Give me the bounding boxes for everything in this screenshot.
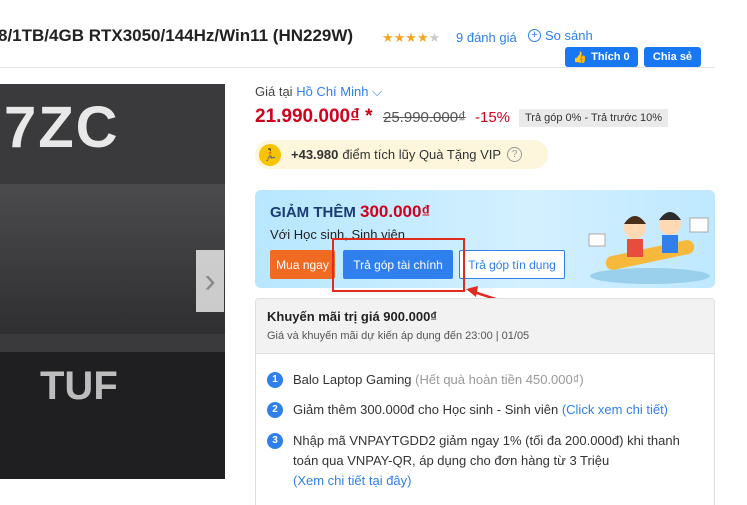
promotion-detail-link[interactable]: (Xem chi tiết tại đây) (293, 473, 412, 488)
image-overlay-text: 7ZC (4, 95, 120, 160)
promotion-title: Khuyến mãi trị giá 900.000₫ (267, 309, 437, 324)
location-prefix: Giá tại (255, 84, 293, 99)
promotion-text: Giảm thêm 300.000đ cho Học sinh - Sinh v… (293, 402, 559, 417)
product-title: 8/1TB/4GB RTX3050/144Hz/Win11 (HN229W) (0, 26, 354, 45)
current-price: 21.990.000₫ * (255, 106, 373, 127)
chevron-down-icon: ⌵ (372, 84, 382, 99)
laptop-lid-image (0, 184, 225, 334)
divider (0, 67, 715, 68)
annotation-highlight-box (332, 238, 465, 292)
promotion-item: 3 Nhập mã VNPAYTGDD2 giảm ngay 1% (tối đ… (267, 431, 707, 491)
rating-count-link[interactable]: 9 đánh giá (456, 30, 517, 45)
banner-amount: 300.000₫ (360, 202, 431, 221)
discount-percent: -15% (475, 109, 511, 126)
promotion-header: Khuyến mãi trị giá 900.000₫ Giá và khuyế… (256, 299, 714, 354)
star-filled-icon: ★★★★ (382, 30, 429, 45)
product-page: 8/1TB/4GB RTX3050/144Hz/Win11 (HN229W) ★… (0, 0, 747, 505)
facebook-share-button[interactable]: Chia sẻ (644, 47, 701, 67)
vip-points: +43.980 (291, 147, 339, 162)
promotion-item: 2 Giảm thêm 300.000đ cho Học sinh - Sinh… (267, 400, 707, 420)
number-badge: 3 (267, 433, 283, 449)
help-icon[interactable]: ? (507, 147, 523, 162)
promotion-extra: (Hết quà hoàn tiền 450.000₫) (415, 372, 584, 387)
banner-title-text: GIẢM THÊM (270, 204, 356, 221)
vip-runner-icon: 🏃 (259, 143, 281, 166)
number-badge: 1 (267, 372, 283, 388)
compare-button[interactable]: + So sánh (528, 28, 593, 43)
students-illustration (588, 212, 710, 284)
promotion-item-text: Balo Laptop Gaming (Hết quà hoàn tiền 45… (293, 370, 584, 390)
compare-label: So sánh (545, 28, 593, 43)
promotion-box: Khuyến mãi trị giá 900.000₫ Giá và khuyế… (255, 298, 715, 505)
vip-text: điểm tích lũy Quà Tặng VIP (342, 147, 502, 162)
promotion-item-text: Nhập mã VNPAYTGDD2 giảm ngay 1% (tối đa … (293, 431, 707, 491)
star-empty-icon: ★ (428, 30, 441, 45)
card-installment-button[interactable]: Trả góp tín dụng (459, 250, 565, 279)
product-image-gallery[interactable]: 7ZC TUF (0, 84, 225, 479)
promotion-item: 1 Balo Laptop Gaming (Hết quà hoàn tiền … (267, 370, 707, 390)
banner-title: GIẢM THÊM 300.000₫ (270, 202, 430, 222)
vip-points-box: 🏃 +43.980 điểm tích lũy Quà Tặng VIP ? (255, 140, 548, 169)
location-city: Hồ Chí Minh (296, 84, 369, 99)
tuf-logo: TUF (40, 364, 118, 408)
installment-tag: Trả góp 0% - Trả trước 10% (519, 109, 669, 127)
promotion-detail-link[interactable]: (Click xem chi tiết) (562, 402, 668, 417)
buy-now-button[interactable]: Mua ngay (270, 250, 335, 279)
promotion-text: Balo Laptop Gaming (293, 372, 412, 387)
old-price: 25.990.000₫ (383, 109, 466, 126)
location-selector[interactable]: Giá tại Hồ Chí Minh ⌵ (255, 84, 382, 100)
facebook-like-button[interactable]: 👍 Thích 0 (565, 47, 638, 67)
promotion-text: Nhập mã VNPAYTGDD2 giảm ngay 1% (tối đa … (293, 433, 680, 468)
like-label: Thích 0 (591, 51, 630, 63)
student-discount-banner: GIẢM THÊM 300.000₫ Với Học sinh, Sinh vi… (255, 190, 715, 288)
gallery-next-button[interactable]: › (196, 250, 224, 312)
rating-stars[interactable]: ★★★★★ (382, 30, 440, 46)
promotion-item-text: Giảm thêm 300.000đ cho Học sinh - Sinh v… (293, 400, 668, 420)
number-badge: 2 (267, 402, 283, 418)
thumbs-up-icon: 👍 (573, 51, 588, 64)
plus-circle-icon: + (528, 29, 541, 42)
promotion-note: Giá và khuyến mãi dự kiến áp dụng đến 23… (267, 330, 530, 342)
